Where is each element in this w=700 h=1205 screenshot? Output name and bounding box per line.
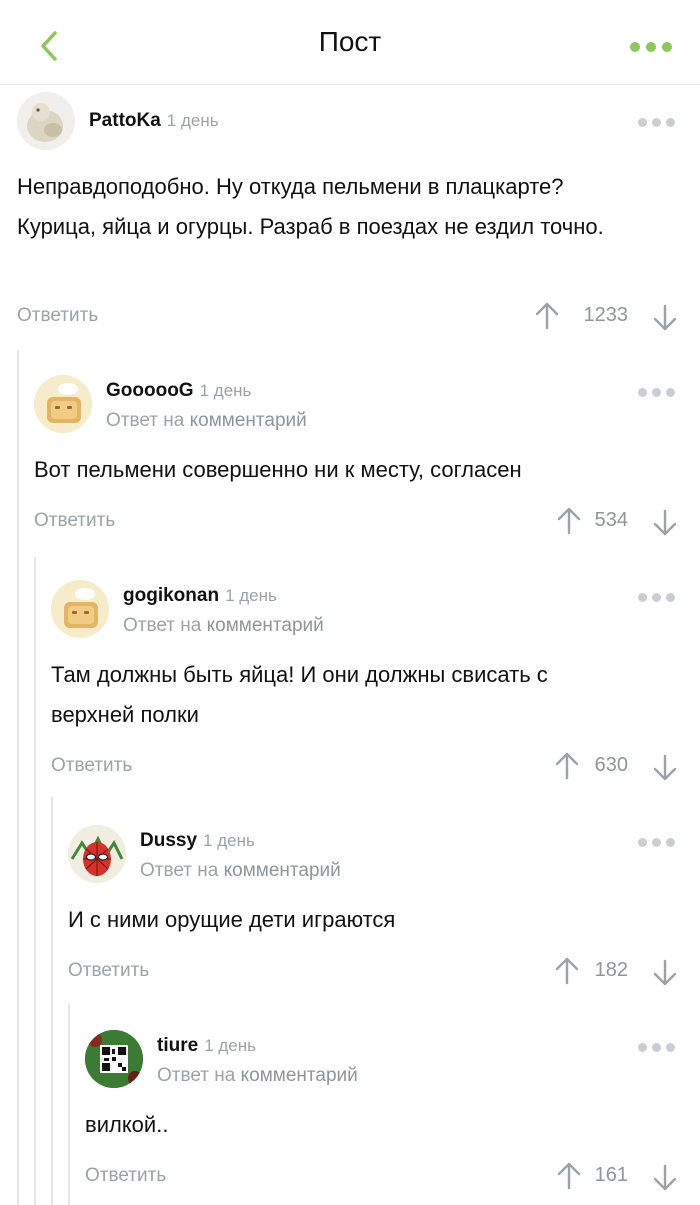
comment-text: Там должны быть яйца! И они должны свиса… <box>51 662 548 727</box>
comment: gogikonan 1 день Ответ на комментарий Там… <box>0 577 700 792</box>
reply-button[interactable]: Ответить <box>85 1165 166 1187</box>
vote-control: 534 <box>518 505 678 537</box>
comment-more-icon[interactable] <box>638 114 676 132</box>
reply-to-comment-link[interactable]: комментарий <box>241 1065 358 1086</box>
username[interactable]: gogikonan <box>123 585 219 606</box>
reply-to-comment-link[interactable]: комментарий <box>224 860 341 881</box>
comment-time: 1 день <box>204 1036 256 1055</box>
username[interactable]: PattoKa <box>89 110 161 131</box>
reply-to-line: Ответ на комментарий <box>106 410 307 432</box>
comment: tiure 1 день Ответ на комментарий вилкой.… <box>0 1027 700 1205</box>
reply-to-comment-link[interactable]: комментарий <box>207 615 324 636</box>
reply-to-line: Ответ на комментарий <box>123 615 324 637</box>
user-avatar[interactable] <box>68 825 126 883</box>
reply-button[interactable]: Ответить <box>34 510 115 532</box>
reply-to-prefix: Ответ на <box>140 860 219 881</box>
comment-more-icon[interactable] <box>638 834 676 852</box>
comment-text: И с ними орущие дети играются <box>68 907 396 932</box>
reply-button[interactable]: Ответить <box>17 305 98 327</box>
comment: GoooooG 1 день Ответ на комментарий Вот п… <box>0 372 700 552</box>
reply-to-line: Ответ на комментарий <box>140 860 341 882</box>
comment-more-icon[interactable] <box>638 1039 676 1057</box>
vote-count: 182 <box>594 959 628 981</box>
comment-time: 1 день <box>225 586 277 605</box>
vote-control: 182 <box>518 955 678 987</box>
comment-text: вилкой.. <box>85 1112 169 1137</box>
comment-text: Вот пельмени совершенно ни к месту, согл… <box>34 457 522 482</box>
username[interactable]: tiure <box>157 1035 198 1056</box>
comment: PattoKa 1 день Неправдоподобно. Ну откуда… <box>0 88 700 348</box>
user-avatar[interactable] <box>34 375 92 433</box>
reply-to-prefix: Ответ на <box>157 1065 236 1086</box>
downvote-arrow-icon[interactable] <box>652 959 678 987</box>
reply-to-line: Ответ на комментарий <box>157 1065 358 1087</box>
upvote-arrow-icon[interactable] <box>534 301 560 331</box>
top-bar: Пост <box>0 0 700 85</box>
downvote-arrow-icon[interactable] <box>652 509 678 537</box>
page-title: Пост <box>318 26 382 57</box>
downvote-arrow-icon[interactable] <box>652 754 678 782</box>
more-options-icon[interactable] <box>630 34 672 58</box>
vote-control: 1233 <box>518 300 678 332</box>
username[interactable]: GoooooG <box>106 380 194 401</box>
username[interactable]: Dussy <box>140 830 197 851</box>
comment-time: 1 день <box>166 111 219 130</box>
back-chevron-icon[interactable] <box>32 28 68 64</box>
user-avatar[interactable] <box>51 580 109 638</box>
downvote-arrow-icon[interactable] <box>652 304 678 332</box>
upvote-arrow-icon[interactable] <box>554 956 580 986</box>
upvote-arrow-icon[interactable] <box>556 506 582 536</box>
reply-to-prefix: Ответ на <box>123 615 202 636</box>
vote-count: 161 <box>594 1164 628 1186</box>
vote-count: 534 <box>594 509 628 531</box>
upvote-arrow-icon[interactable] <box>554 751 580 781</box>
vote-control: 630 <box>518 750 678 782</box>
upvote-arrow-icon[interactable] <box>556 1161 582 1191</box>
comment: Dussy 1 день Ответ на комментарий И с ним… <box>0 822 700 1002</box>
comment-time: 1 день <box>203 831 255 850</box>
user-avatar[interactable] <box>85 1030 143 1088</box>
comment-more-icon[interactable] <box>638 384 676 402</box>
comment-more-icon[interactable] <box>638 589 676 607</box>
reply-button[interactable]: Ответить <box>68 960 149 982</box>
vote-control: 161 <box>518 1160 678 1192</box>
reply-to-comment-link[interactable]: комментарий <box>190 410 307 431</box>
user-avatar[interactable] <box>17 92 75 150</box>
comment-time: 1 день <box>199 381 252 400</box>
reply-button[interactable]: Ответить <box>51 755 132 777</box>
comment-text: Неправдоподобно. Ну откуда пельмени в пл… <box>17 174 604 239</box>
vote-count: 630 <box>594 754 628 776</box>
reply-to-prefix: Ответ на <box>106 410 185 431</box>
vote-count: 1233 <box>583 304 629 326</box>
downvote-arrow-icon[interactable] <box>652 1164 678 1192</box>
